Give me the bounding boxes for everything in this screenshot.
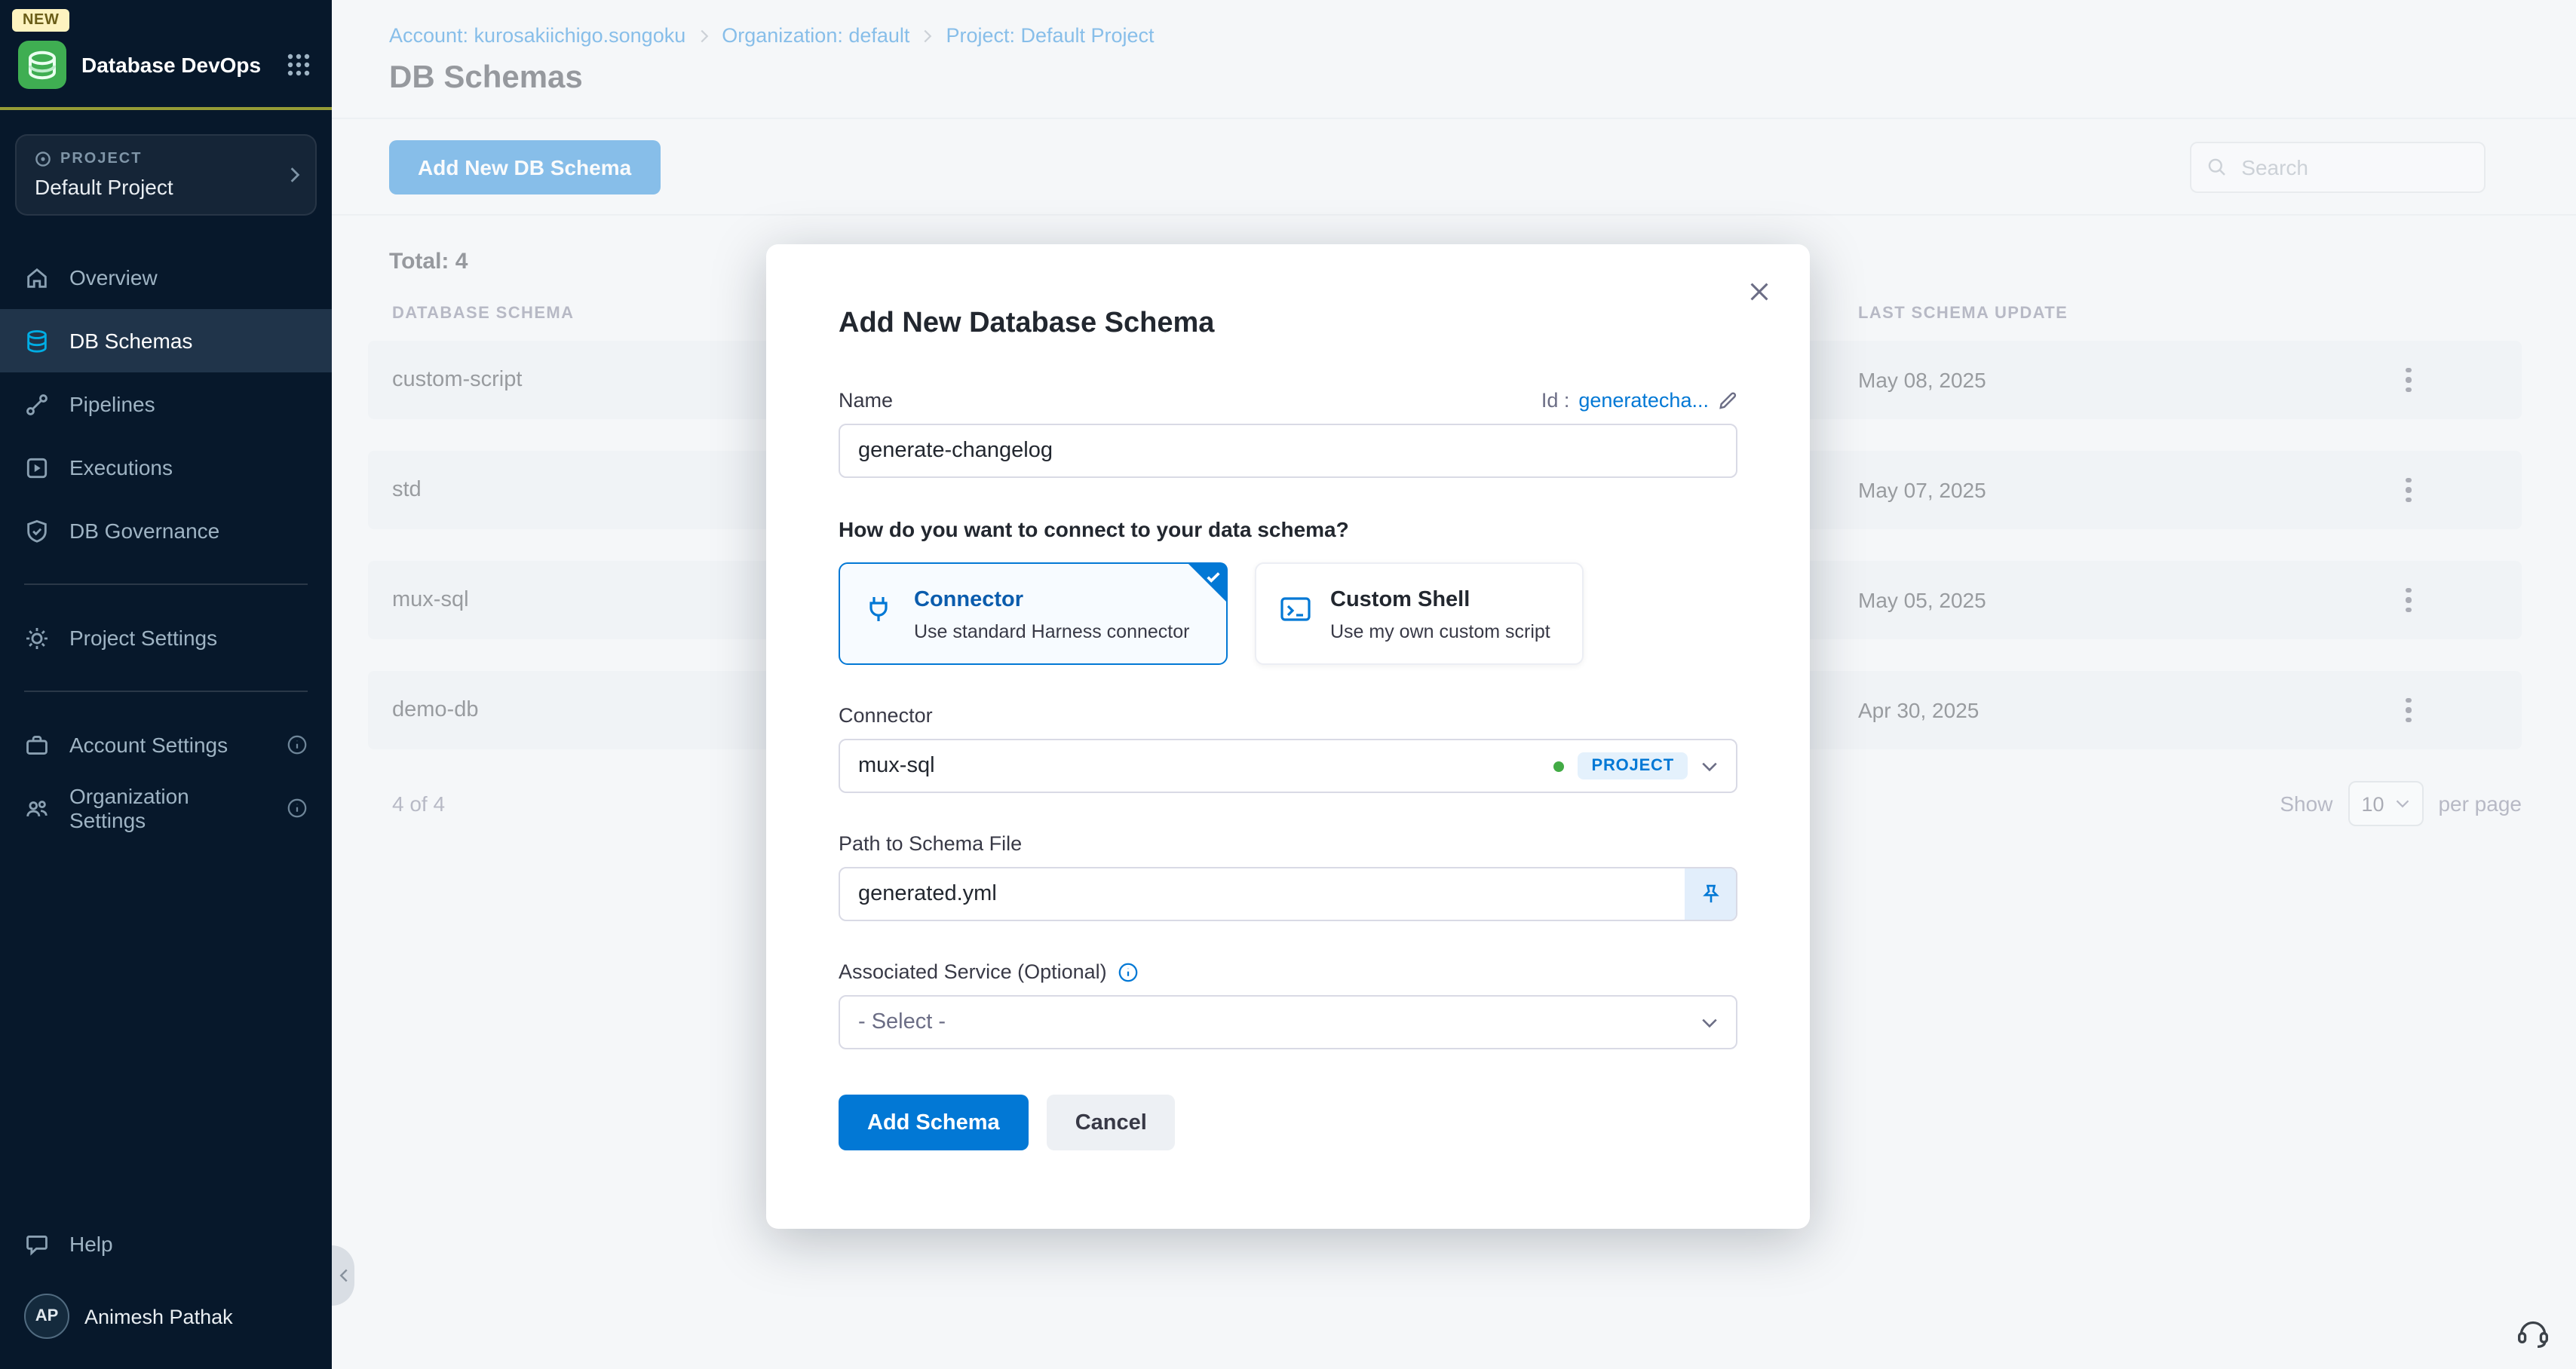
schema-id: Id : generatecha...	[1541, 389, 1737, 412]
cancel-button[interactable]: Cancel	[1047, 1095, 1176, 1150]
user-name: Animesh Pathak	[84, 1305, 233, 1328]
custom-shell-card-title: Custom Shell	[1330, 588, 1470, 612]
app-window: NEW Database DevOps PROJECT	[0, 0, 2576, 1369]
pipelines-icon	[24, 391, 50, 417]
scope-badge: PROJECT	[1578, 752, 1688, 779]
connector-status-dot	[1553, 761, 1564, 771]
connector-value: mux-sql	[858, 754, 935, 778]
add-schema-submit-button[interactable]: Add Schema	[839, 1095, 1029, 1150]
sidebar-nav: Overview DB Schemas Pipelines Executions…	[0, 246, 332, 562]
terminal-icon	[1279, 593, 1312, 626]
shield-icon	[24, 518, 50, 544]
sidebar-item-pipelines[interactable]: Pipelines	[0, 372, 332, 436]
connector-label: Connector	[839, 704, 1737, 727]
info-icon	[287, 798, 308, 819]
avatar: AP	[24, 1294, 69, 1339]
id-value-link[interactable]: generatecha...	[1578, 389, 1709, 412]
edit-id-icon[interactable]	[1718, 390, 1737, 410]
connector-card-title: Connector	[914, 588, 1023, 612]
sidebar-item-organization-settings[interactable]: Organization Settings	[0, 776, 332, 840]
chevron-down-icon	[1701, 761, 1718, 771]
resource-center-icon[interactable]	[2514, 1313, 2552, 1351]
add-schema-modal: Add New Database Schema Name Id : genera…	[766, 244, 1810, 1229]
project-name: Default Project	[35, 175, 297, 199]
help-button[interactable]: Help	[0, 1212, 332, 1276]
custom-shell-card[interactable]: Custom Shell Use my own custom script	[1255, 562, 1584, 665]
chevron-left-icon	[339, 1268, 348, 1283]
info-icon[interactable]	[1118, 961, 1139, 982]
executions-icon	[24, 455, 50, 480]
brand-underline	[0, 107, 332, 110]
id-prefix: Id :	[1541, 389, 1570, 412]
briefcase-icon	[24, 732, 50, 758]
sidebar-item-project-settings[interactable]: Project Settings	[0, 606, 332, 669]
brand-name: Database DevOps	[81, 53, 261, 77]
service-placeholder: - Select -	[858, 1010, 946, 1034]
sidebar-divider	[24, 691, 308, 692]
schema-path-input[interactable]	[839, 867, 1737, 921]
schema-name-input[interactable]	[839, 424, 1737, 478]
sidebar-item-label: Executions	[69, 455, 173, 479]
sidebar-item-label: DB Governance	[69, 519, 219, 543]
fixed-value-pin-button[interactable]	[1685, 868, 1736, 920]
help-label: Help	[69, 1232, 113, 1256]
sidebar-item-db-governance[interactable]: DB Governance	[0, 499, 332, 562]
project-selector[interactable]: PROJECT Default Project	[15, 134, 317, 216]
chevron-down-icon	[1701, 1017, 1718, 1028]
connection-question: How do you want to connect to your data …	[839, 517, 1737, 541]
sidebar-item-executions[interactable]: Executions	[0, 436, 332, 499]
sidebar-item-label: Organization Settings	[69, 784, 267, 832]
service-label: Associated Service (Optional)	[839, 960, 1737, 983]
check-icon	[1205, 568, 1222, 585]
close-icon[interactable]	[1742, 274, 1777, 309]
sidebar-item-overview[interactable]: Overview	[0, 246, 332, 309]
pin-icon	[1699, 883, 1722, 905]
name-label: Name	[839, 389, 893, 412]
database-icon	[24, 328, 50, 354]
user-menu[interactable]: AP Animesh Pathak	[0, 1276, 332, 1369]
chevron-right-icon	[290, 167, 300, 183]
sidebar-item-label: Overview	[69, 265, 158, 289]
sidebar-item-label: Pipelines	[69, 392, 155, 416]
sidebar-item-label: DB Schemas	[69, 329, 192, 353]
module-grid-icon[interactable]	[287, 53, 311, 77]
plug-icon	[863, 593, 896, 626]
new-badge: NEW	[12, 9, 69, 32]
brand-row: Database DevOps	[0, 32, 332, 107]
sidebar-item-db-schemas[interactable]: DB Schemas	[0, 309, 332, 372]
connector-select[interactable]: mux-sql PROJECT	[839, 739, 1737, 793]
target-icon	[35, 151, 51, 167]
sidebar-divider	[24, 583, 308, 585]
connection-type-cards: Connector Use standard Harness connector…	[839, 562, 1737, 665]
service-select[interactable]: - Select -	[839, 995, 1737, 1049]
sidebar: NEW Database DevOps PROJECT	[0, 0, 332, 1369]
app-logo-icon	[18, 41, 66, 89]
project-scope-label: PROJECT	[35, 151, 297, 167]
path-label: Path to Schema File	[839, 832, 1737, 855]
sidebar-item-label: Account Settings	[69, 733, 228, 757]
modal-title: Add New Database Schema	[839, 308, 1737, 341]
gear-icon	[24, 625, 50, 651]
connector-card-subtitle: Use standard Harness connector	[914, 621, 1189, 642]
connector-card[interactable]: Connector Use standard Harness connector	[839, 562, 1228, 665]
home-icon	[24, 265, 50, 290]
people-icon	[24, 795, 50, 821]
sidebar-item-account-settings[interactable]: Account Settings	[0, 713, 332, 776]
sidebar-item-label: Project Settings	[69, 626, 217, 650]
info-icon	[287, 734, 308, 755]
custom-shell-card-subtitle: Use my own custom script	[1330, 621, 1550, 642]
chat-bubble-icon	[24, 1231, 50, 1257]
